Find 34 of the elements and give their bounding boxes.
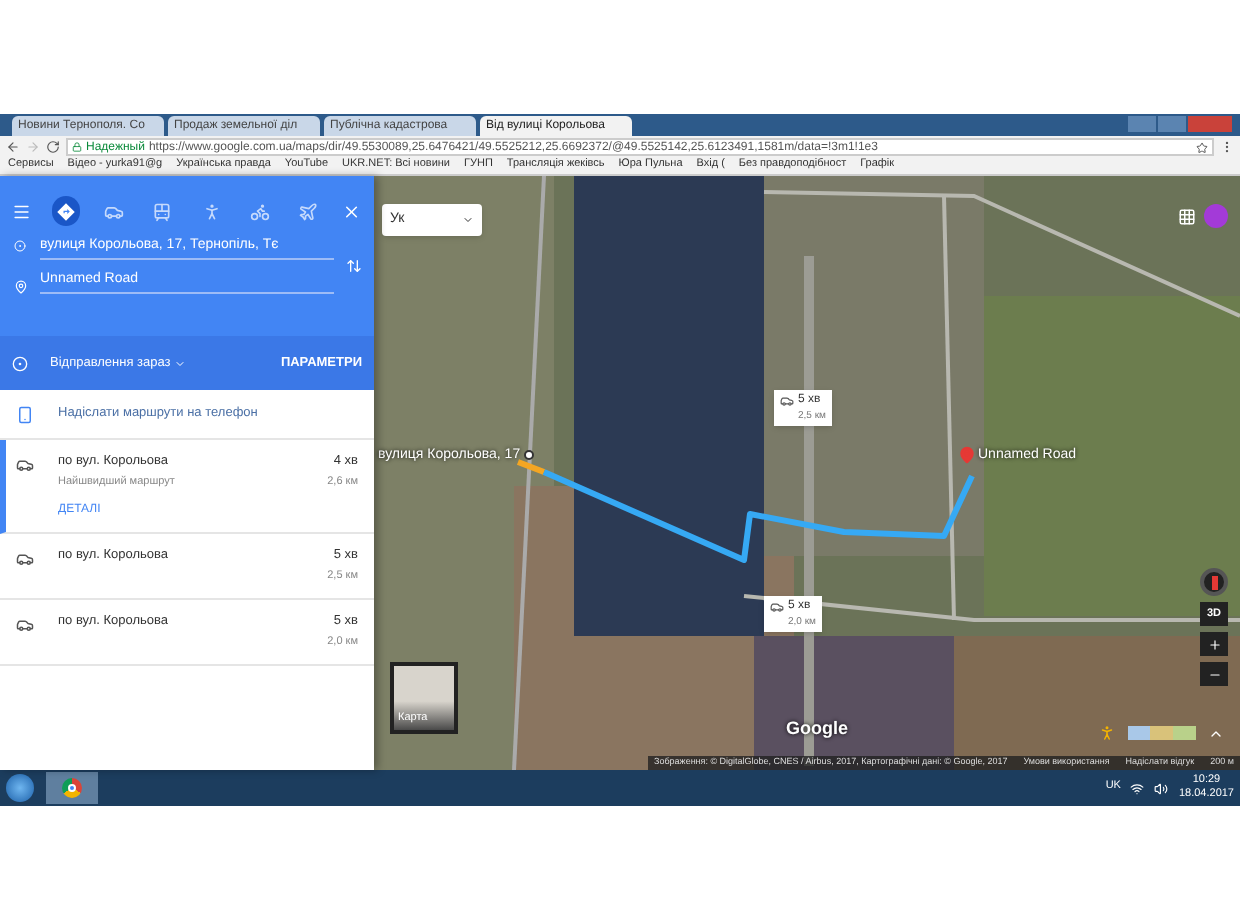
zoom-in-button[interactable] xyxy=(1200,632,1228,656)
reload-icon[interactable] xyxy=(46,140,60,154)
star-icon[interactable] xyxy=(1196,141,1208,153)
car-icon xyxy=(770,600,784,614)
back-icon[interactable] xyxy=(6,140,20,154)
plus-icon xyxy=(1207,637,1221,651)
phone-icon xyxy=(16,405,34,423)
origin-icon xyxy=(14,239,26,251)
destination-pin-icon xyxy=(13,279,27,293)
zoom-out-button[interactable] xyxy=(1200,662,1228,686)
close-icon[interactable] xyxy=(342,201,362,221)
caret-icon xyxy=(462,214,474,226)
depart-icon xyxy=(12,355,28,371)
expand-icon[interactable] xyxy=(1208,726,1224,742)
menu-icon[interactable] xyxy=(12,201,32,221)
network-icon[interactable] xyxy=(1130,781,1145,795)
car-icon xyxy=(16,550,34,568)
swap-icon[interactable] xyxy=(346,258,362,274)
car-icon xyxy=(16,616,34,634)
chrome-taskbar-button[interactable] xyxy=(46,772,98,804)
pegman-icon[interactable] xyxy=(1098,724,1116,742)
destination-pin-icon xyxy=(958,446,976,464)
menu-icon[interactable] xyxy=(1220,140,1234,154)
google-logo: Google xyxy=(786,715,848,742)
caret-icon xyxy=(174,357,187,369)
lock-icon xyxy=(72,142,82,152)
speaker-icon[interactable] xyxy=(1154,781,1169,795)
car-icon xyxy=(780,394,794,408)
car-icon xyxy=(16,456,34,474)
directions-icon[interactable] xyxy=(51,196,80,226)
apps-icon[interactable] xyxy=(1178,208,1196,226)
imagery-thumbnails[interactable] xyxy=(1128,726,1196,740)
start-marker xyxy=(524,450,535,460)
start-button[interactable] xyxy=(6,774,34,802)
